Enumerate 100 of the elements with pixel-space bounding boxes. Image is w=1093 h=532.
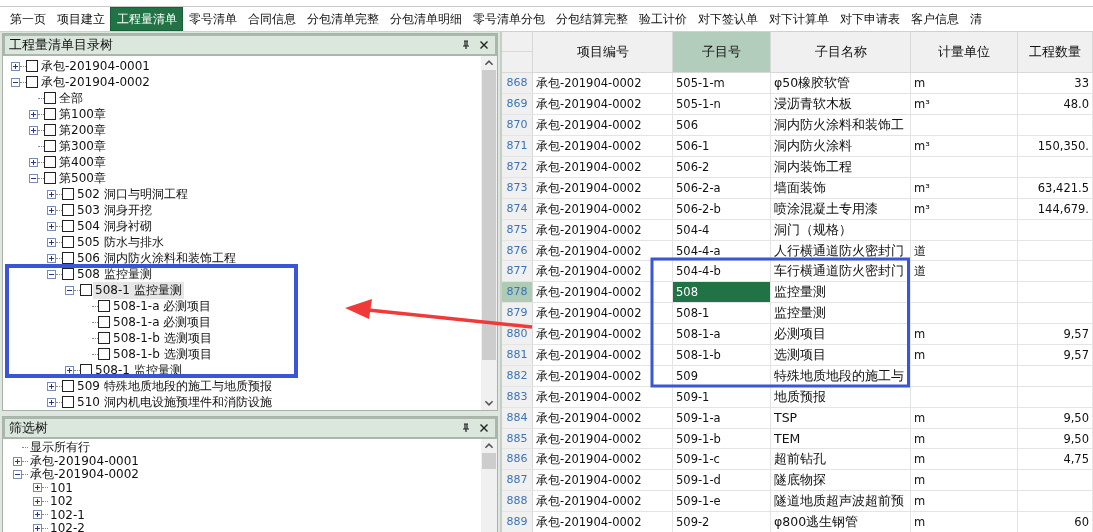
pin-icon[interactable] xyxy=(461,40,471,50)
checkbox[interactable] xyxy=(62,252,74,264)
row-number[interactable]: 876 xyxy=(502,240,533,261)
expand-toggle-icon[interactable] xyxy=(33,496,42,506)
checkbox[interactable] xyxy=(44,92,56,104)
row-number[interactable]: 870 xyxy=(502,115,533,136)
row-number[interactable]: 886 xyxy=(502,449,533,470)
expand-toggle-icon[interactable] xyxy=(47,397,56,407)
checkbox[interactable] xyxy=(44,140,56,152)
tab[interactable]: 第一页 xyxy=(4,7,51,31)
checkbox[interactable] xyxy=(26,60,38,72)
checkbox[interactable] xyxy=(80,284,92,296)
tab[interactable]: 对下计算单 xyxy=(763,7,834,31)
tab[interactable]: 分包结算完整 xyxy=(550,7,633,31)
checkbox[interactable] xyxy=(44,108,56,120)
row-number[interactable]: 872 xyxy=(502,156,533,177)
scroll-thumb[interactable] xyxy=(482,70,496,360)
expand-toggle-icon[interactable] xyxy=(65,365,74,375)
tree-item[interactable]: 承包-201904-0001 xyxy=(39,57,152,75)
expand-toggle-icon[interactable] xyxy=(11,77,20,87)
expand-toggle-icon[interactable] xyxy=(33,510,42,520)
tree-item[interactable]: 506 洞内防火涂料和装饰工程 xyxy=(75,249,238,267)
checkbox[interactable] xyxy=(98,316,110,328)
tree-item[interactable]: 508-1-b 选测项目 xyxy=(111,329,214,347)
expand-toggle-icon[interactable] xyxy=(47,189,56,199)
row-number[interactable]: 873 xyxy=(502,177,533,198)
expand-toggle-icon[interactable] xyxy=(47,205,56,215)
expand-toggle-icon[interactable] xyxy=(33,523,42,532)
tree-item[interactable]: 508-1 监控量测 xyxy=(93,281,184,299)
scrollbar[interactable] xyxy=(481,439,497,532)
tab[interactable]: 分包清单完整 xyxy=(301,7,384,31)
row-number[interactable]: 885 xyxy=(502,428,533,449)
column-header[interactable]: 子目号 xyxy=(673,32,771,73)
tree-item[interactable]: 509 特殊地质地段的施工与地质预报 xyxy=(75,377,274,395)
tree-item[interactable]: 102-1 xyxy=(48,507,87,522)
pin-icon[interactable] xyxy=(461,423,471,433)
close-icon[interactable] xyxy=(479,40,489,50)
tree-item[interactable]: 508-1-a 必测项目 xyxy=(111,313,214,331)
expand-toggle-icon[interactable] xyxy=(47,237,56,247)
row-number[interactable]: 877 xyxy=(502,261,533,282)
column-header[interactable]: 工程数量 xyxy=(1018,32,1093,73)
tab[interactable]: 合同信息 xyxy=(242,7,301,31)
expand-toggle-icon[interactable] xyxy=(47,253,56,263)
checkbox[interactable] xyxy=(62,236,74,248)
row-number[interactable]: 875 xyxy=(502,219,533,240)
row-number[interactable]: 868 xyxy=(502,73,533,94)
checkbox[interactable] xyxy=(44,172,56,184)
tab[interactable]: 对下申请表 xyxy=(834,7,905,31)
tree-item[interactable]: 508-1-b 选测项目 xyxy=(111,345,214,363)
expand-toggle-icon[interactable] xyxy=(29,157,38,167)
tree-item[interactable]: 503 洞身开挖 xyxy=(75,201,154,219)
tree-item[interactable]: 101 xyxy=(48,480,75,495)
tree-item[interactable]: 505 防水与排水 xyxy=(75,233,166,251)
tab[interactable]: 工程量清单 xyxy=(110,7,183,31)
tree-item[interactable]: 第500章 xyxy=(57,169,108,187)
expand-toggle-icon[interactable] xyxy=(29,173,38,183)
expand-toggle-icon[interactable] xyxy=(65,285,74,295)
row-number[interactable]: 871 xyxy=(502,136,533,156)
row-number[interactable]: 887 xyxy=(502,470,533,491)
scrollbar[interactable] xyxy=(481,56,497,410)
tree-item[interactable]: 102 xyxy=(48,494,75,509)
tab[interactable]: 客户信息 xyxy=(905,7,964,31)
tree-item[interactable]: 全部 xyxy=(57,89,85,107)
expand-toggle-icon[interactable] xyxy=(33,483,42,493)
tab[interactable]: 零号清单分包 xyxy=(467,7,550,31)
expand-toggle-icon[interactable] xyxy=(47,269,56,279)
tab[interactable]: 验工计价 xyxy=(633,7,692,31)
column-header[interactable]: 项目编号 xyxy=(533,32,673,73)
tab[interactable]: 分包清单明细 xyxy=(384,7,467,31)
close-icon[interactable] xyxy=(479,423,489,433)
expand-toggle-icon[interactable] xyxy=(47,221,56,231)
tree-item[interactable]: 508-1-a 必测项目 xyxy=(111,297,214,315)
scroll-thumb[interactable] xyxy=(482,453,496,469)
checkbox[interactable] xyxy=(80,364,92,376)
checkbox[interactable] xyxy=(44,124,56,136)
row-number[interactable]: 874 xyxy=(502,198,533,219)
tree-item[interactable]: 第400章 xyxy=(57,153,108,171)
tree-item[interactable]: 承包-201904-0002 xyxy=(28,466,141,483)
row-number[interactable]: 884 xyxy=(502,407,533,428)
tree-item[interactable]: 508 监控量测 xyxy=(75,265,154,283)
checkbox[interactable] xyxy=(98,332,110,344)
row-number[interactable]: 879 xyxy=(502,303,533,324)
checkbox[interactable] xyxy=(62,380,74,392)
tree-item[interactable]: 第300章 xyxy=(57,137,108,155)
checkbox[interactable] xyxy=(98,300,110,312)
checkbox[interactable] xyxy=(26,76,38,88)
tree-item[interactable]: 504 洞身衬砌 xyxy=(75,217,154,235)
checkbox[interactable] xyxy=(62,396,74,408)
expand-toggle-icon[interactable] xyxy=(47,381,56,391)
row-number[interactable]: 869 xyxy=(502,94,533,115)
row-number[interactable]: 888 xyxy=(502,491,533,512)
column-header[interactable]: 计量单位 xyxy=(911,32,1018,73)
expand-toggle-icon[interactable] xyxy=(11,61,20,71)
tree-item[interactable]: 第100章 xyxy=(57,105,108,123)
checkbox[interactable] xyxy=(62,220,74,232)
tree-item[interactable]: 102-2 xyxy=(48,521,87,532)
tab[interactable]: 零号清单 xyxy=(183,7,242,31)
checkbox[interactable] xyxy=(62,188,74,200)
expand-toggle-icon[interactable] xyxy=(29,125,38,135)
tree-item[interactable]: 502 洞口与明洞工程 xyxy=(75,185,190,203)
